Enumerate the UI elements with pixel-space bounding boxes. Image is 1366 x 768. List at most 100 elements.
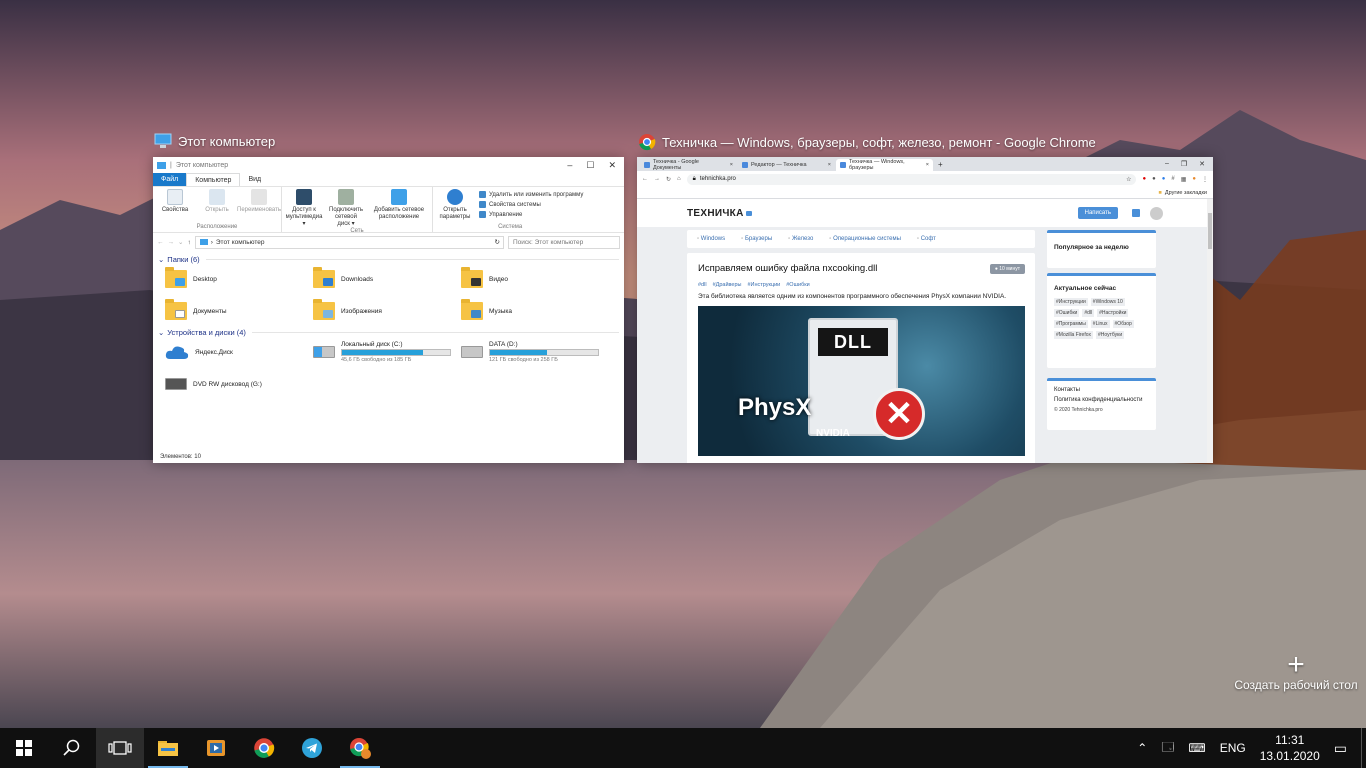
folders-section-header[interactable]: ⌄ Папки (6) [153, 251, 624, 266]
nav-item-browsers[interactable]: Браузеры [741, 236, 772, 242]
forward-icon[interactable]: → [168, 239, 175, 246]
forward-icon[interactable]: → [654, 176, 660, 182]
reload-icon[interactable]: ↻ [666, 176, 671, 183]
add-location-button[interactable]: Добавить сетевое расположение [370, 189, 428, 228]
device-item[interactable]: DVD RW дисковод (G:) [165, 371, 313, 397]
taskbar-telegram[interactable] [288, 728, 336, 768]
manage-button[interactable]: Управление [479, 211, 583, 218]
uninstall-button[interactable]: Удалить или изменить программу [479, 191, 583, 198]
device-item[interactable]: Локальный диск (C:) 45,6 ГБ свободно из … [313, 339, 461, 365]
nav-item-os[interactable]: Операционные системы [829, 236, 901, 242]
site-logo[interactable]: ТЕХНИЧКА [687, 208, 752, 219]
avatar[interactable] [1150, 206, 1163, 220]
system-properties-button[interactable]: Свойства системы [479, 201, 583, 208]
menu-icon[interactable]: ⋮ [1202, 176, 1208, 183]
chrome-window-thumbnail[interactable]: Техничка - Google Документы × Редактор — … [637, 157, 1213, 463]
search-input[interactable]: Поиск: Этот компьютер [508, 235, 620, 249]
close-icon[interactable]: × [730, 162, 733, 168]
notification-network-icon[interactable]: 🗔︎ [1161, 738, 1174, 759]
privacy-link[interactable]: Политика конфиденциальности [1054, 397, 1149, 403]
tag-chip[interactable]: #Обзор [1112, 320, 1134, 328]
write-button[interactable]: Написать [1077, 207, 1118, 219]
keyboard-icon[interactable]: ⌨︎ [1188, 741, 1205, 755]
folder-item[interactable]: Изображения [313, 298, 461, 324]
clock[interactable]: 11:31 13.01.2020 [1260, 732, 1320, 764]
scrollbar[interactable] [1207, 199, 1213, 463]
map-drive-button[interactable]: Подключить сетевой диск ▾ [328, 189, 364, 228]
taskbar-chrome-profile[interactable] [336, 728, 384, 768]
browser-tab[interactable]: Техничка - Google Документы × [640, 159, 737, 171]
url-bar[interactable]: 🔒︎ tehnichka.pro ☆ [686, 173, 1137, 185]
scrollbar-thumb[interactable] [1208, 213, 1212, 249]
chrome-window-caption[interactable]: Техничка — Windows, браузеры, софт, желе… [638, 133, 1096, 151]
contacts-link[interactable]: Контакты [1054, 387, 1149, 393]
article-title[interactable]: Исправляем ошибку файла nxcooking.dll [698, 263, 1024, 274]
close-icon[interactable]: ✕ [1199, 160, 1205, 168]
profile-icon[interactable]: ● [1192, 176, 1196, 182]
folder-item[interactable]: Музыка [461, 298, 609, 324]
extension-icon[interactable]: ▦ [1181, 176, 1187, 183]
tag-chip[interactable]: #Ошибки [1054, 309, 1080, 317]
folder-item[interactable]: Downloads [313, 266, 461, 292]
tag-link[interactable]: #dll [698, 282, 707, 288]
close-icon[interactable]: ✕ [608, 160, 616, 171]
minimize-icon[interactable]: – [1165, 160, 1169, 168]
explorer-window-thumbnail[interactable]: | Этот компьютер – ☐ ✕ Файл Компьютер Ви… [153, 157, 624, 463]
new-tab-icon[interactable]: + [934, 160, 943, 169]
devices-section-header[interactable]: ⌄ Устройства и диски (4) [153, 324, 624, 339]
back-icon[interactable]: ← [642, 176, 648, 182]
back-icon[interactable]: ← [157, 239, 164, 246]
extension-icon[interactable]: ● [1142, 176, 1146, 182]
chevron-down-icon[interactable]: ⌄ [178, 238, 183, 246]
taskbar-chrome[interactable] [240, 728, 288, 768]
tag-chip[interactable]: #Mozilla Firefox [1054, 331, 1094, 339]
language-indicator[interactable]: ENG [1220, 741, 1246, 755]
taskbar-explorer[interactable] [144, 728, 192, 768]
extension-icon[interactable]: ● [1162, 176, 1166, 182]
tag-chip[interactable]: #Ноутбуки [1096, 331, 1125, 339]
open-button[interactable]: Открыть [199, 189, 235, 224]
tab-file[interactable]: Файл [153, 173, 187, 186]
tag-chip[interactable]: #Программы [1054, 320, 1088, 328]
tag-link[interactable]: #Инструкции [747, 282, 780, 288]
properties-button[interactable]: Свойства [157, 189, 193, 224]
folder-item[interactable]: Документы [165, 298, 313, 324]
open-settings-button[interactable]: Открыть параметры [437, 189, 473, 224]
tab-view[interactable]: Вид [240, 173, 269, 186]
folder-item[interactable]: Desktop [165, 266, 313, 292]
device-item[interactable]: DATA (D:) 121 ГБ свободно из 258 ГБ [461, 339, 609, 365]
maximize-icon[interactable]: ☐ [586, 160, 594, 171]
close-icon[interactable]: × [926, 162, 929, 168]
start-button[interactable] [0, 728, 48, 768]
search-button[interactable] [48, 728, 96, 768]
taskbar-media-player[interactable] [192, 728, 240, 768]
address-bar[interactable]: › Этот компьютер ↻ [194, 235, 504, 249]
tag-chip[interactable]: #Linux [1090, 320, 1110, 328]
chevron-up-icon[interactable]: ⌃ [1137, 741, 1147, 755]
tag-chip[interactable]: #dll [1082, 309, 1095, 317]
minimize-icon[interactable]: – [567, 160, 572, 171]
explorer-window-caption[interactable]: Этот компьютер [154, 133, 275, 149]
star-icon[interactable]: ☆ [1126, 176, 1136, 183]
tag-chip[interactable]: #Инструкции [1054, 298, 1088, 306]
home-icon[interactable]: ⌂ [677, 176, 681, 182]
media-access-button[interactable]: Доступ к мультимедиа ▾ [286, 189, 322, 228]
tag-link[interactable]: #Драйверы [713, 282, 742, 288]
tag-chip[interactable]: #Windows 10 [1090, 298, 1125, 306]
hash-icon[interactable]: # [1171, 176, 1174, 182]
refresh-icon[interactable]: ↻ [495, 238, 503, 246]
device-item[interactable]: Яндекс.Диск [165, 339, 313, 365]
rename-button[interactable]: Переименовать [237, 189, 281, 224]
browser-tab[interactable]: Редактор — Техничка × [738, 159, 835, 171]
close-icon[interactable]: × [828, 162, 831, 168]
article-image[interactable]: DLL PhysX NVIDIA ✕ [698, 306, 1025, 456]
theme-toggle-icon[interactable] [1132, 209, 1140, 217]
new-desktop-button[interactable]: + Создать рабочий стол [1228, 650, 1364, 693]
nav-item-hardware[interactable]: Железо [788, 236, 813, 242]
nav-item-software[interactable]: Софт [917, 236, 936, 242]
other-bookmarks[interactable]: Другие закладки [1165, 190, 1207, 196]
show-desktop-button[interactable] [1361, 728, 1366, 768]
tag-link[interactable]: #Ошибки [786, 282, 809, 288]
folder-item[interactable]: Видео [461, 266, 609, 292]
task-view-button[interactable] [96, 728, 144, 768]
